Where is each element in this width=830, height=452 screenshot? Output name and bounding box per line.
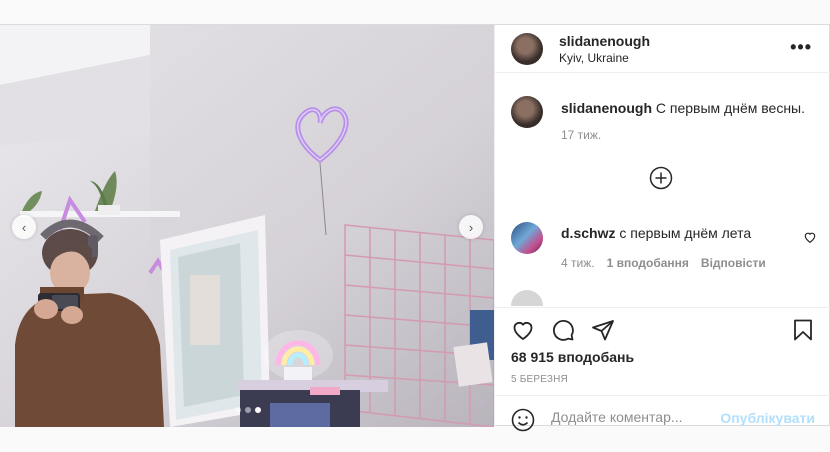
commenter-avatar[interactable] <box>511 222 543 254</box>
comment-likes[interactable]: 1 вподобання <box>607 256 689 270</box>
post-header: slidanenough Kyiv, Ukraine ••• <box>495 25 830 73</box>
likes-count[interactable]: 68 915 вподобань <box>511 349 634 365</box>
load-more-icon <box>649 166 673 190</box>
commenter-avatar[interactable] <box>511 290 543 306</box>
load-more-comments-button[interactable] <box>649 166 673 190</box>
author-avatar[interactable] <box>511 32 543 65</box>
post-media[interactable]: ‹ › <box>0 25 494 427</box>
chevron-left-icon: ‹ <box>21 219 27 235</box>
post-comment-button[interactable]: Опублікувати <box>720 410 815 426</box>
caption-time[interactable]: 17 тиж. <box>561 128 601 142</box>
chevron-right-icon: › <box>468 219 474 235</box>
post-photo <box>0 25 494 427</box>
post-side-panel: slidanenough Kyiv, Ukraine ••• slidaneno… <box>494 25 830 432</box>
comment-text: с первым днём лета <box>619 225 752 241</box>
share-icon[interactable] <box>591 318 615 342</box>
comment-meta: 4 тиж. 1 вподобання Відповісти <box>561 256 766 270</box>
post-date[interactable]: 5 БЕРЕЗНЯ <box>511 374 568 385</box>
post-location[interactable]: Kyiv, Ukraine <box>559 51 650 65</box>
emoji-icon[interactable] <box>511 408 535 432</box>
comment-like-icon[interactable] <box>803 230 817 244</box>
heart-icon[interactable] <box>511 318 535 342</box>
author-username[interactable]: slidanenough <box>559 33 650 49</box>
carousel-indicator <box>235 407 261 413</box>
carousel-dot-active <box>255 407 261 413</box>
comment-item-partial <box>511 290 815 306</box>
more-icon: ••• <box>790 37 812 57</box>
comment-icon[interactable] <box>551 318 575 342</box>
caption-avatar[interactable] <box>511 96 543 128</box>
comments-list[interactable]: slidanenough С первым днём весны. 17 тиж… <box>495 74 830 306</box>
carousel-dot <box>235 407 241 413</box>
caption-username[interactable]: slidanenough <box>561 100 652 116</box>
post-actions <box>495 307 830 347</box>
add-comment-bar: Опублікувати <box>495 395 830 432</box>
post-frame: ‹ › slidanenough Kyiv, Ukraine ••• slida… <box>0 24 830 432</box>
more-options-button[interactable]: ••• <box>790 37 812 58</box>
comment-input[interactable] <box>551 406 721 428</box>
commenter-username[interactable]: d.schwz <box>561 225 615 241</box>
carousel-prev-button[interactable]: ‹ <box>12 215 36 239</box>
comment-reply-button[interactable]: Відповісти <box>701 256 766 270</box>
carousel-dot <box>245 407 251 413</box>
comment-time[interactable]: 4 тиж. <box>561 256 595 270</box>
carousel-next-button[interactable]: › <box>459 215 483 239</box>
caption-text: С первым днём весны. <box>655 100 806 116</box>
save-icon[interactable] <box>791 318 815 342</box>
